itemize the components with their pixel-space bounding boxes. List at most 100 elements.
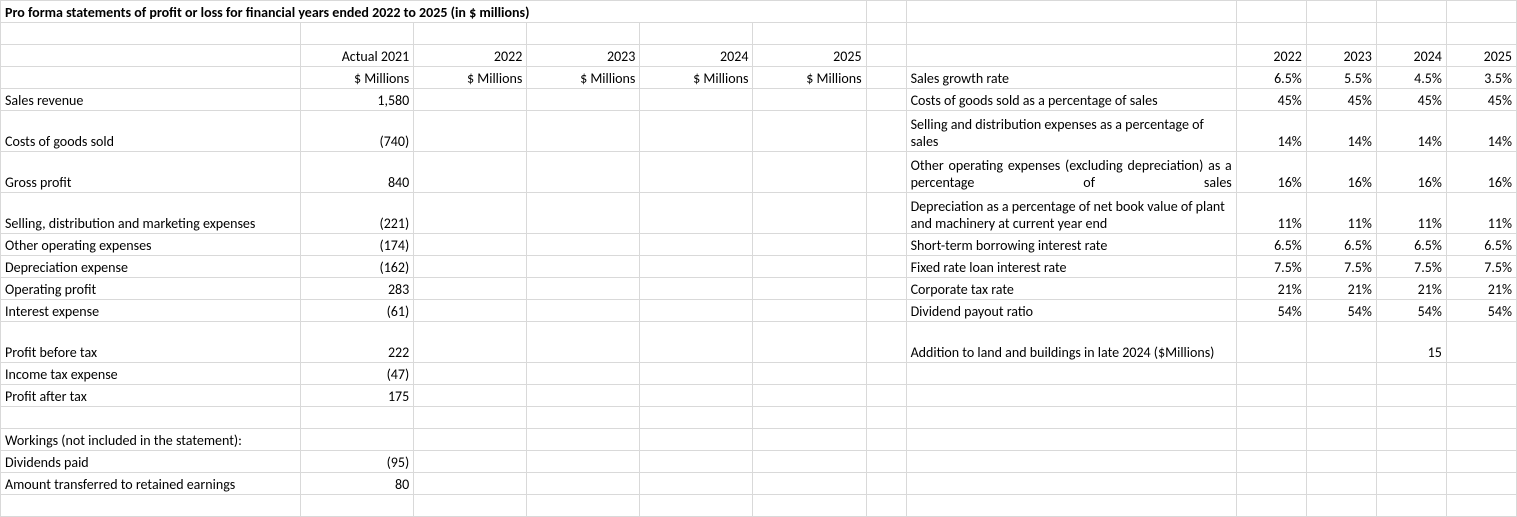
cell[interactable] <box>1236 1 1306 23</box>
cell[interactable] <box>1446 495 1516 517</box>
cell[interactable] <box>414 23 527 45</box>
cell[interactable] <box>527 385 640 407</box>
cell[interactable] <box>1236 429 1306 451</box>
cell[interactable] <box>640 300 753 322</box>
cell[interactable] <box>866 45 906 67</box>
cell[interactable] <box>866 256 906 278</box>
cell[interactable] <box>906 363 1236 385</box>
cell[interactable] <box>753 256 866 278</box>
cell[interactable] <box>753 451 866 473</box>
cell[interactable] <box>640 152 753 193</box>
cell[interactable] <box>866 152 906 193</box>
cell[interactable] <box>1 407 301 429</box>
cell[interactable] <box>640 111 753 152</box>
cell[interactable] <box>906 451 1236 473</box>
cell[interactable] <box>1376 473 1446 495</box>
cell[interactable] <box>640 193 753 234</box>
cell[interactable] <box>1236 473 1306 495</box>
cell[interactable] <box>866 322 906 363</box>
cell[interactable] <box>640 256 753 278</box>
cell[interactable] <box>527 495 640 517</box>
cell[interactable] <box>1236 451 1306 473</box>
cell[interactable] <box>906 45 1236 67</box>
cell[interactable] <box>1376 363 1446 385</box>
cell[interactable] <box>1306 495 1376 517</box>
cell[interactable] <box>640 407 753 429</box>
cell[interactable] <box>527 89 640 111</box>
cell[interactable] <box>753 23 866 45</box>
cell[interactable] <box>866 451 906 473</box>
cell[interactable] <box>414 111 527 152</box>
cell[interactable] <box>1236 363 1306 385</box>
cell[interactable] <box>1236 23 1306 45</box>
cell[interactable] <box>1 23 301 45</box>
cell[interactable] <box>1 67 301 89</box>
cell[interactable] <box>866 89 906 111</box>
cell[interactable] <box>414 385 527 407</box>
cell[interactable] <box>866 429 906 451</box>
cell[interactable] <box>1376 451 1446 473</box>
cell[interactable] <box>1306 23 1376 45</box>
cell[interactable] <box>906 407 1236 429</box>
cell[interactable] <box>1376 407 1446 429</box>
cell[interactable] <box>1306 429 1376 451</box>
cell[interactable] <box>301 23 414 45</box>
cell[interactable] <box>753 363 866 385</box>
cell[interactable] <box>414 363 527 385</box>
cell[interactable] <box>1306 363 1376 385</box>
cell[interactable] <box>1376 1 1446 23</box>
cell[interactable] <box>527 322 640 363</box>
cell[interactable] <box>753 429 866 451</box>
cell[interactable] <box>866 1 906 23</box>
cell[interactable] <box>640 473 753 495</box>
cell[interactable] <box>527 451 640 473</box>
cell[interactable] <box>906 429 1236 451</box>
cell[interactable] <box>527 278 640 300</box>
cell[interactable] <box>414 495 527 517</box>
cell[interactable] <box>753 495 866 517</box>
cell[interactable] <box>414 473 527 495</box>
cell[interactable] <box>753 234 866 256</box>
cell[interactable] <box>753 278 866 300</box>
cell[interactable] <box>414 300 527 322</box>
cell[interactable] <box>866 495 906 517</box>
cell[interactable] <box>866 234 906 256</box>
cell[interactable] <box>866 300 906 322</box>
cell[interactable] <box>301 429 414 451</box>
cell[interactable] <box>906 23 1236 45</box>
cell[interactable] <box>1446 473 1516 495</box>
cell[interactable] <box>414 278 527 300</box>
cell[interactable] <box>753 152 866 193</box>
cell[interactable] <box>527 363 640 385</box>
cell[interactable] <box>301 495 414 517</box>
cell[interactable] <box>753 407 866 429</box>
cell[interactable] <box>906 495 1236 517</box>
cell[interactable] <box>640 278 753 300</box>
cell[interactable] <box>1446 23 1516 45</box>
cell[interactable] <box>527 407 640 429</box>
cell[interactable] <box>1446 363 1516 385</box>
cell[interactable] <box>866 473 906 495</box>
cell[interactable] <box>640 363 753 385</box>
cell[interactable] <box>414 322 527 363</box>
cell[interactable] <box>1236 407 1306 429</box>
cell[interactable] <box>414 407 527 429</box>
cell[interactable] <box>1236 385 1306 407</box>
cell[interactable] <box>866 278 906 300</box>
cell[interactable] <box>414 89 527 111</box>
cell[interactable] <box>1376 429 1446 451</box>
cell[interactable] <box>906 385 1236 407</box>
cell[interactable] <box>866 407 906 429</box>
cell[interactable] <box>866 363 906 385</box>
cell[interactable] <box>1306 473 1376 495</box>
cell[interactable] <box>866 67 906 89</box>
cell[interactable] <box>640 23 753 45</box>
cell[interactable] <box>527 111 640 152</box>
cell[interactable] <box>527 152 640 193</box>
cell[interactable] <box>753 89 866 111</box>
cell[interactable] <box>1446 385 1516 407</box>
cell[interactable] <box>527 429 640 451</box>
cell[interactable] <box>640 451 753 473</box>
cell[interactable] <box>414 429 527 451</box>
cell[interactable] <box>527 300 640 322</box>
